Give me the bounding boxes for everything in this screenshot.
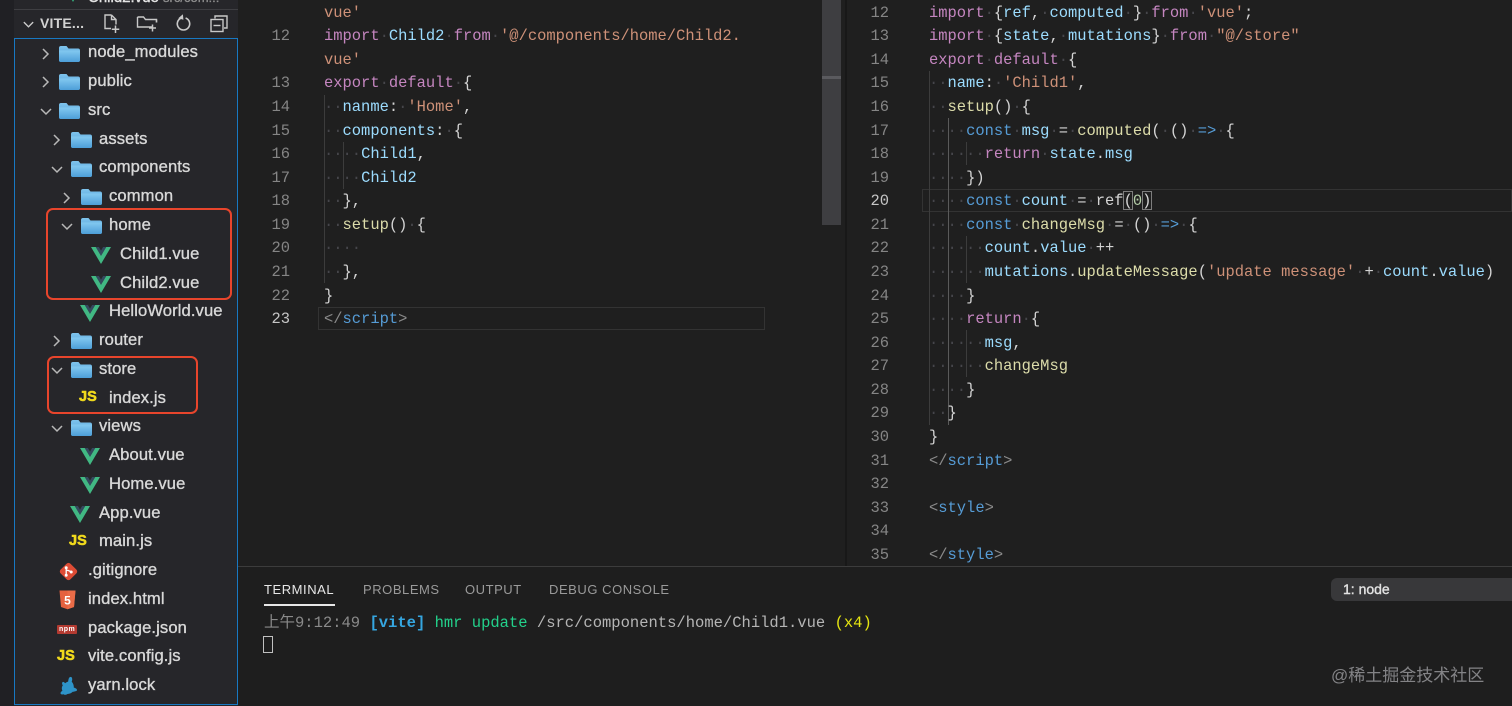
svg-text:5: 5 — [64, 594, 71, 608]
